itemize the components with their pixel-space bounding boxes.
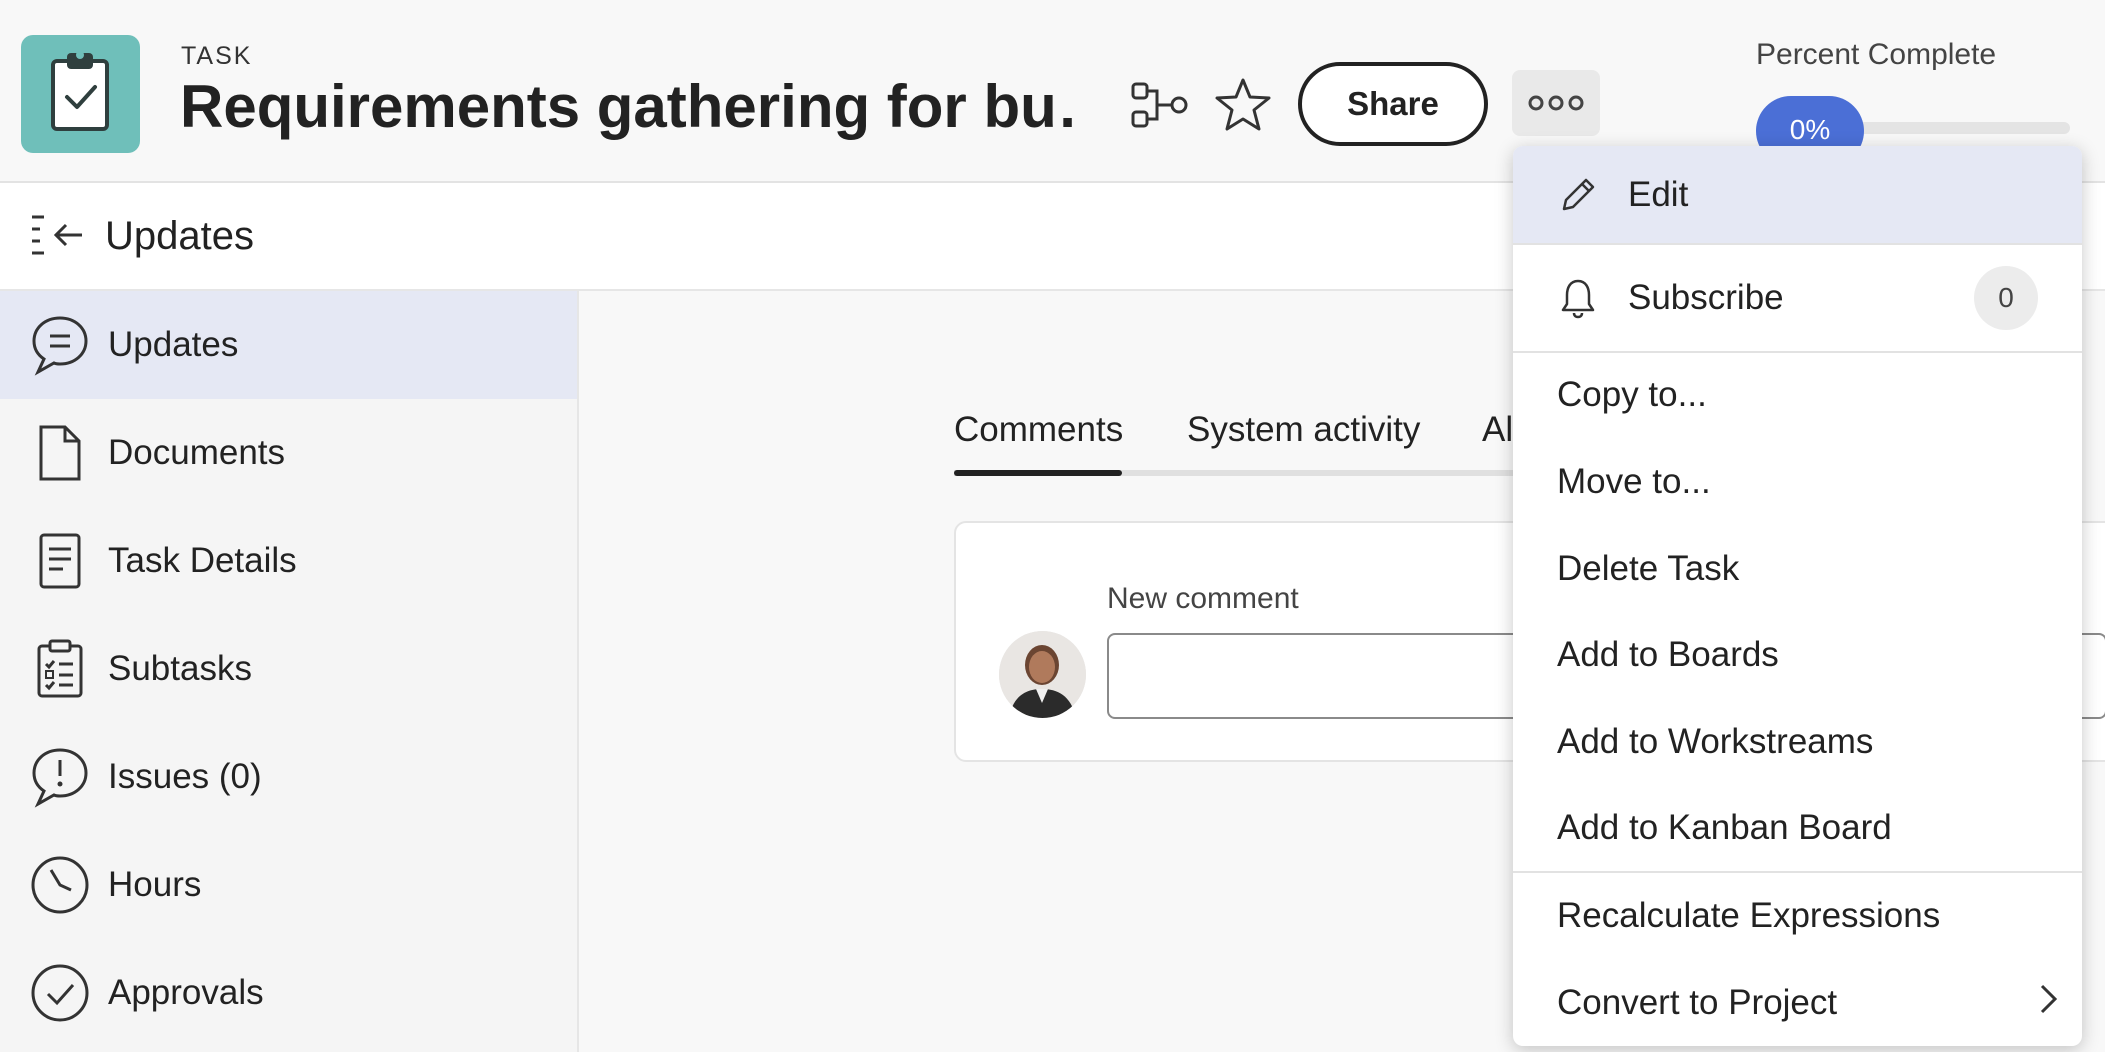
share-button[interactable]: Share [1298,62,1488,146]
sidebar-item-label: Task Details [108,541,297,580]
sidebar-item-label: Hours [108,865,202,904]
document-icon [28,421,92,485]
menu-item-add-to-workstreams[interactable]: Add to Workstreams [1513,699,2082,785]
menu-item-label: Add to Kanban Board [1557,808,1892,847]
chevron-right-icon [2036,982,2060,1025]
percent-complete-label: Percent Complete [1756,38,1997,71]
object-type-label: TASK [181,42,253,70]
issue-bubble-icon [28,745,92,809]
sidebar-item-label: Subtasks [108,649,252,688]
menu-item-label: Add to Boards [1557,635,1779,674]
menu-item-copy-to[interactable]: Copy to... [1513,353,2082,437]
menu-item-label: Add to Workstreams [1557,722,1874,761]
sidebar-item-issues[interactable]: Issues (0) [0,723,577,831]
menu-item-label: Delete Task [1557,549,1740,588]
more-options-menu: Edit Subscribe 0 Copy to... Move to... D… [1513,146,2082,1046]
sidebar-item-label: Documents [108,433,286,472]
sidebar-item-approvals[interactable]: Approvals [0,939,577,1047]
panel-title: Updates [105,214,254,258]
collapse-panel-icon[interactable] [28,211,88,263]
hierarchy-icon[interactable] [1124,70,1194,140]
subscriber-count-badge: 0 [1974,266,2038,330]
tab-comments[interactable]: Comments [954,410,1123,450]
sidebar-item-task-details[interactable]: Task Details [0,507,577,615]
menu-item-subscribe[interactable]: Subscribe 0 [1513,245,2082,351]
menu-item-label: Edit [1628,174,1689,214]
sidebar-item-label: Approvals [108,973,264,1012]
favorite-star-icon[interactable] [1208,70,1278,140]
bell-icon [1556,276,1600,320]
more-icon [1528,95,1584,111]
sidebar-item-updates[interactable]: Updates [0,291,577,399]
tab-system-activity[interactable]: System activity [1187,410,1420,450]
sidebar-item-label: Issues (0) [108,757,262,796]
more-options-button[interactable] [1512,70,1600,136]
menu-item-add-to-kanban[interactable]: Add to Kanban Board [1513,785,2082,871]
task-type-icon [21,35,140,153]
task-details-icon [28,529,92,593]
task-title[interactable]: Requirements gathering for bu… [180,72,1080,141]
clipboard-checklist-icon [28,637,92,701]
menu-item-convert-to-project[interactable]: Convert to Project [1513,960,2082,1046]
menu-item-move-to[interactable]: Move to... [1513,439,2082,525]
tab-all[interactable]: Al [1482,410,1513,450]
sidebar-item-hours[interactable]: Hours [0,831,577,939]
sidebar-item-documents[interactable]: Documents [0,399,577,507]
menu-item-add-to-boards[interactable]: Add to Boards [1513,612,2082,698]
new-comment-label: New comment [1107,582,1299,615]
chat-bubble-icon [28,313,92,377]
sidebar-item-label: Updates [108,325,239,364]
menu-item-label: Move to... [1557,462,1711,501]
menu-item-label: Copy to... [1557,375,1707,414]
active-tab-indicator [954,470,1122,476]
clock-icon [28,853,92,917]
menu-item-delete-task[interactable]: Delete Task [1513,526,2082,612]
menu-item-label: Recalculate Expressions [1557,896,1941,935]
sidebar-item-subtasks[interactable]: Subtasks [0,615,577,723]
avatar [999,631,1086,718]
check-circle-icon [28,961,92,1025]
menu-item-label: Subscribe [1628,278,1784,317]
pencil-icon [1556,173,1600,217]
menu-item-edit[interactable]: Edit [1513,146,2082,243]
menu-item-label: Convert to Project [1557,983,1838,1022]
menu-item-recalculate[interactable]: Recalculate Expressions [1513,873,2082,959]
